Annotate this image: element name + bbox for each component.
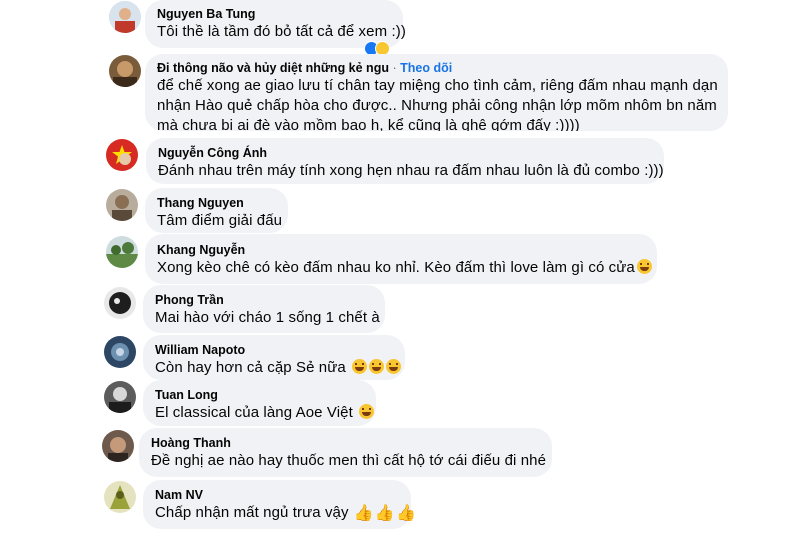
avatar[interactable]	[102, 430, 134, 462]
avatar[interactable]	[109, 55, 141, 87]
avatar[interactable]	[104, 287, 136, 319]
commenter-name: Đi thông não và hủy diệt những kẻ ngu · …	[157, 60, 716, 76]
comment-text: Đề nghị ae nào hay thuốc men thì cất hộ …	[151, 452, 547, 469]
thumbs-up-emoji-icon: 👍	[395, 505, 416, 522]
avatar-image	[104, 336, 136, 368]
comment-text: Chấp nhận mất ngủ trưa vậy 👍👍👍	[155, 503, 416, 524]
commenter-name[interactable]: Tuan Long	[155, 387, 364, 403]
comment-bubble: Tuan Long El classical của làng Aoe Việt	[143, 380, 376, 426]
laughing-emoji-icon	[636, 259, 652, 274]
comment-text-line: mà chưa bị ai đè vào mồm bao h, kể cũng …	[157, 117, 580, 131]
thumbs-up-emoji-icon: 👍	[353, 505, 374, 522]
comment-bubble: Đi thông não và hủy diệt những kẻ ngu · …	[145, 54, 728, 131]
comment-bubble: Khang Nguyễn Xong kèo chê có kèo đấm nha…	[145, 234, 657, 284]
commenter-name[interactable]: Nam NV	[155, 487, 399, 503]
avatar-image	[109, 1, 141, 33]
avatar[interactable]	[104, 381, 136, 413]
comment-bubble: Nguyễn Công Ánh Đánh nhau trên máy tính …	[146, 138, 664, 184]
avatar-image	[109, 55, 141, 87]
comment-text-body: El classical của làng Aoe Việt	[155, 404, 353, 421]
rofl-emoji-icon	[386, 359, 402, 374]
comment-text: Mai hào với cháo 1 sống 1 chết à	[155, 309, 380, 326]
commenter-name-link[interactable]: Đi thông não và hủy diệt những kẻ ngu	[157, 61, 389, 75]
commenter-name[interactable]: Thang Nguyen	[157, 195, 276, 211]
commenter-name[interactable]: Hoàng Thanh	[151, 435, 540, 451]
follow-link[interactable]: Theo dõi	[400, 61, 452, 75]
comment-text-body: Còn hay hơn cả cặp Sẻ nữa	[155, 359, 346, 376]
comment-text: Xong kèo chê có kèo đấm nhau ko nhỉ. Kèo…	[157, 258, 652, 278]
comment-text: Tâm điểm giải đấu	[157, 212, 283, 229]
commenter-name[interactable]: Phong Trần	[155, 292, 373, 308]
comment-bubble: William Napoto Còn hay hơn cả cặp Sẻ nữa	[143, 335, 405, 380]
comment-text-line: nhận Hào quẻ chấp hòa cho được.. Nhưng p…	[157, 97, 717, 114]
commenter-name[interactable]: Nguyen Ba Tung	[157, 6, 391, 22]
avatar-image	[102, 430, 134, 462]
commenter-name[interactable]: William Napoto	[155, 342, 393, 358]
rofl-emoji-icon	[369, 359, 385, 374]
comment-bubble: Hoàng Thanh Đề nghị ae nào hay thuốc men…	[139, 428, 552, 477]
rofl-emoji-icon	[359, 404, 375, 419]
avatar[interactable]	[104, 481, 136, 513]
rofl-emoji-icon	[352, 359, 368, 374]
comment-text: El classical của làng Aoe Việt	[155, 403, 375, 423]
comment-text: Tôi thề là tầm đó bỏ tất cả để xem :))	[157, 23, 406, 40]
avatar-image	[104, 481, 136, 513]
comment-text: Còn hay hơn cả cặp Sẻ nữa	[155, 358, 402, 378]
avatar-image	[106, 189, 138, 221]
comment-text-line: để chế xong ae giao lưu tí chân tay miện…	[157, 77, 718, 94]
separator-dot: ·	[392, 61, 397, 75]
avatar-image	[106, 236, 138, 268]
comment-bubble: Nam NV Chấp nhận mất ngủ trưa vậy 👍👍👍	[143, 480, 416, 529]
avatar-image	[106, 139, 138, 171]
avatar[interactable]	[106, 189, 138, 221]
avatar[interactable]	[106, 139, 138, 171]
thumbs-up-emoji-icon: 👍	[374, 505, 395, 522]
comment-text: Đánh nhau trên máy tính xong hẹn nhau ra…	[158, 162, 664, 179]
avatar-image	[104, 287, 136, 319]
commenter-name[interactable]: Nguyễn Công Ánh	[158, 145, 652, 161]
comment-text-body: Chấp nhận mất ngủ trưa vậy	[155, 504, 349, 521]
comment-bubble: Phong Trần Mai hào với cháo 1 sống 1 chế…	[143, 285, 385, 333]
avatar[interactable]	[104, 336, 136, 368]
avatar-image	[104, 381, 136, 413]
avatar[interactable]	[106, 236, 138, 268]
comment-bubble: Thang Nguyen Tâm điểm giải đấu	[145, 188, 288, 233]
comment-text-body: Xong kèo chê có kèo đấm nhau ko nhỉ. Kèo…	[157, 259, 635, 276]
commenter-name[interactable]: Khang Nguyễn	[157, 242, 645, 258]
avatar[interactable]	[109, 1, 141, 33]
